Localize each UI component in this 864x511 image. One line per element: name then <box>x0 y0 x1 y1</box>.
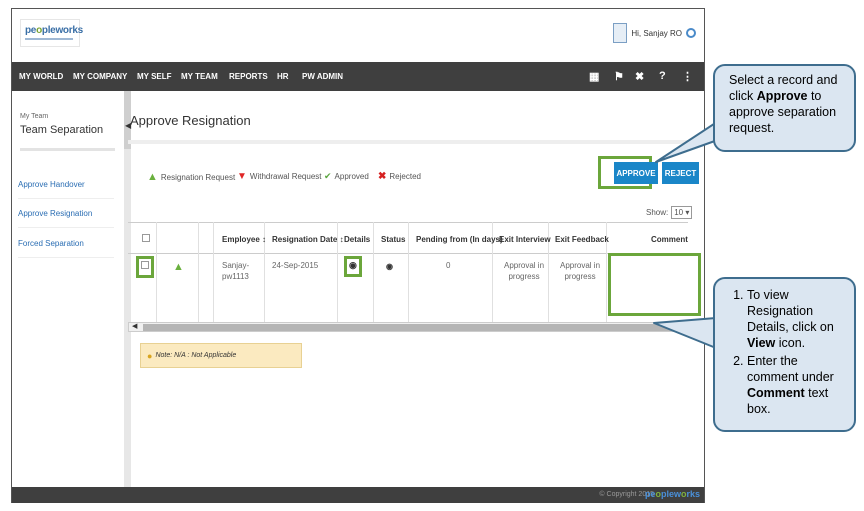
page-size-select[interactable]: 10 ▾ <box>671 206 693 219</box>
logo-tagline <box>25 38 73 40</box>
nav-my-self[interactable]: MY SELF <box>137 72 172 81</box>
help-icon[interactable]: ? <box>659 70 666 82</box>
column-header-exit-feedback: Exit Feedback <box>555 235 609 244</box>
exit-interview-cell: Approval in progress <box>504 261 545 281</box>
row-checkbox[interactable] <box>141 261 149 269</box>
chevron-left-icon[interactable]: ◀ <box>132 322 137 330</box>
note-text: Note: N/A : Not Applicable <box>155 352 237 359</box>
column-divider <box>198 222 199 322</box>
horizontal-scrollbar[interactable]: ◀ <box>128 322 688 332</box>
callout-approve-instruction: Select a record and click Approve to app… <box>713 64 856 152</box>
status-eye-icon[interactable]: ◉ <box>386 261 393 272</box>
select-all-checkbox[interactable] <box>142 234 150 242</box>
column-header-exit-interview: Exit Interview <box>499 235 551 244</box>
callout-view-comment-instruction: To view Resignation Details, click on Vi… <box>713 277 856 432</box>
column-header-status: Status <box>381 235 406 244</box>
avatar[interactable] <box>613 23 628 43</box>
view-icon[interactable]: ◉ <box>349 260 357 271</box>
thumbs-up-icon: ▲ <box>147 171 158 183</box>
column-divider <box>373 222 374 322</box>
column-header-employee[interactable]: Employee ↕ <box>222 235 266 244</box>
page-title: Approve Resignation <box>130 113 251 128</box>
exit-feedback-cell: Approval in progress <box>560 261 601 281</box>
x-icon: ✖ <box>378 171 387 182</box>
footer-logo: peopleworks <box>644 489 700 499</box>
nav-pw-admin[interactable]: PW ADMIN <box>302 72 343 81</box>
legend-withdrawal-request: ▼ Withdrawal Request <box>237 171 322 182</box>
footer: © Copyright 2015 peopleworks <box>12 487 704 503</box>
column-divider <box>156 222 157 322</box>
instruction-step-2: Enter the comment under Comment text box… <box>747 353 848 417</box>
user-greeting: Hi, Sanjay RO <box>631 28 682 38</box>
nav-my-world[interactable]: MY WORLD <box>19 72 63 81</box>
column-divider <box>408 222 409 322</box>
approve-button[interactable]: APPROVE <box>614 162 658 184</box>
note-box: ● Note: N/A : Not Applicable <box>140 343 302 368</box>
check-icon: ✔ <box>324 171 332 181</box>
reject-button[interactable]: REJECT <box>662 162 699 184</box>
pending-days-cell: 0 <box>446 261 451 270</box>
sidebar-item-forced-separation[interactable]: Forced Separation <box>18 239 84 248</box>
gear-icon[interactable] <box>686 28 696 38</box>
comment-textbox[interactable] <box>608 253 701 316</box>
vertical-scrollbar[interactable] <box>124 149 131 487</box>
nav-my-team[interactable]: MY TEAM <box>181 72 218 81</box>
user-menu[interactable]: Hi, Sanjay RO <box>613 23 696 43</box>
column-header-resignation-date[interactable]: Resignation Date ↕ <box>272 235 344 244</box>
instruction-step-1: To view Resignation Details, click on Vi… <box>747 287 848 351</box>
column-header-comment: Comment <box>651 235 688 244</box>
share-icon[interactable]: ⋮ <box>682 70 693 83</box>
peopleworks-logo[interactable]: peopleworks <box>20 19 83 47</box>
book-icon[interactable]: ▦ <box>589 70 599 83</box>
sidebar-category: My Team <box>20 113 49 120</box>
instruction-steps: To view Resignation Details, click on Vi… <box>725 287 848 417</box>
legend-rejected: ✖ Rejected <box>378 171 421 182</box>
header: peopleworks Hi, Sanjay RO <box>12 9 704 62</box>
column-divider <box>213 222 214 322</box>
scrollbar-thumb[interactable] <box>143 324 681 331</box>
sidebar-divider <box>18 227 114 228</box>
legend-approved: ✔ Approved <box>324 171 369 181</box>
logo-text: peopleworks <box>25 25 83 36</box>
employee-cell: Sanjay-pw1113 <box>222 261 250 281</box>
sidebar-title: Team Separation <box>20 124 104 136</box>
main-nav: MY WORLD MY COMPANY MY SELF MY TEAM REPO… <box>12 62 704 91</box>
tools-icon[interactable]: ✖ <box>635 70 644 83</box>
nav-reports[interactable]: REPORTS <box>229 72 268 81</box>
resignation-date-cell: 24-Sep-2015 <box>272 261 319 270</box>
sidebar-divider <box>18 198 114 199</box>
legend-resignation-request: ▲ Resignation Request <box>147 171 236 183</box>
page-size-control: Show: 10 ▾ <box>646 206 693 219</box>
sidebar: My Team Team Separation Approve Handover… <box>12 91 125 487</box>
chevron-down-icon: ▾ <box>685 208 690 217</box>
thumbs-down-icon: ▼ <box>237 171 247 182</box>
nav-my-company[interactable]: MY COMPANY <box>73 72 127 81</box>
title-divider <box>128 140 688 144</box>
column-header-pending: Pending from (In days) <box>416 235 503 244</box>
nav-hr[interactable]: HR <box>277 72 289 81</box>
sidebar-divider <box>18 257 114 258</box>
column-header-details: Details <box>344 235 371 244</box>
show-label: Show: <box>646 208 669 217</box>
thumbs-up-icon: ▲ <box>173 261 184 273</box>
sidebar-divider <box>20 148 115 151</box>
flag-icon[interactable]: ⚑ <box>614 70 624 83</box>
lightbulb-icon: ● <box>147 350 153 361</box>
sidebar-item-approve-resignation[interactable]: Approve Resignation <box>18 209 92 218</box>
sidebar-item-approve-handover[interactable]: Approve Handover <box>18 180 85 189</box>
